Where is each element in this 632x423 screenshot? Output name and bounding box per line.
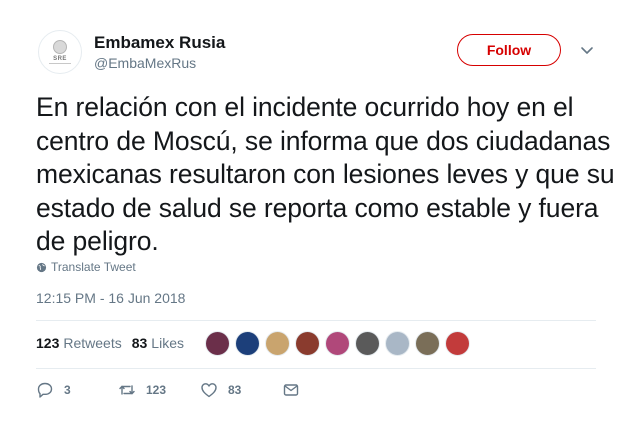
tweet-text: En relación con el incidente ocurrido ho…: [36, 92, 615, 256]
retweet-button[interactable]: 123: [118, 381, 200, 399]
avatar-text: SRE: [53, 56, 67, 62]
display-name[interactable]: Embamex Rusia: [94, 33, 225, 53]
retweet-count: 123: [146, 383, 167, 397]
like-button[interactable]: 83: [200, 381, 282, 399]
divider: [36, 368, 596, 369]
liker-avatar[interactable]: [355, 331, 380, 356]
liker-avatars: [205, 331, 475, 356]
likes-count: 83: [131, 335, 148, 351]
reply-count: 3: [64, 383, 71, 397]
retweets-label: Retweets: [63, 335, 122, 351]
retweet-icon: [119, 385, 135, 395]
likes-label: Likes: [151, 335, 184, 351]
timestamp[interactable]: 12:15 PM - 16 Jun 2018: [36, 290, 185, 306]
retweets-count: 123: [36, 335, 60, 351]
like-count: 83: [228, 383, 242, 397]
chevron-down-icon[interactable]: [579, 42, 595, 58]
likes-stat[interactable]: 83 Likes: [132, 335, 184, 351]
liker-avatar[interactable]: [295, 331, 320, 356]
direct-message-button[interactable]: [282, 381, 300, 399]
retweets-stat[interactable]: 123 Retweets: [36, 335, 122, 351]
reply-icon: [37, 382, 53, 398]
liker-avatar[interactable]: [415, 331, 440, 356]
liker-avatar[interactable]: [235, 331, 260, 356]
globe-icon: [36, 262, 47, 272]
avatar-divider: [49, 63, 71, 64]
liker-avatar[interactable]: [205, 331, 230, 356]
user-handle[interactable]: @EmbaMexRus: [94, 55, 196, 71]
follow-button[interactable]: Follow: [457, 34, 561, 66]
liker-avatar[interactable]: [385, 331, 410, 356]
heart-icon: [201, 383, 217, 398]
divider: [36, 320, 596, 321]
translate-label: Translate Tweet: [51, 260, 136, 274]
tweet-stats: 123 Retweets 83 Likes: [36, 335, 184, 351]
seal-icon: [53, 40, 67, 54]
liker-avatar[interactable]: [325, 331, 350, 356]
reply-button[interactable]: 3: [36, 381, 118, 399]
avatar[interactable]: SRE: [38, 30, 82, 74]
liker-avatar[interactable]: [445, 331, 470, 356]
liker-avatar[interactable]: [265, 331, 290, 356]
action-bar: 3 123 83: [36, 381, 300, 399]
envelope-icon: [283, 384, 299, 396]
translate-tweet-link[interactable]: Translate Tweet: [36, 260, 136, 274]
